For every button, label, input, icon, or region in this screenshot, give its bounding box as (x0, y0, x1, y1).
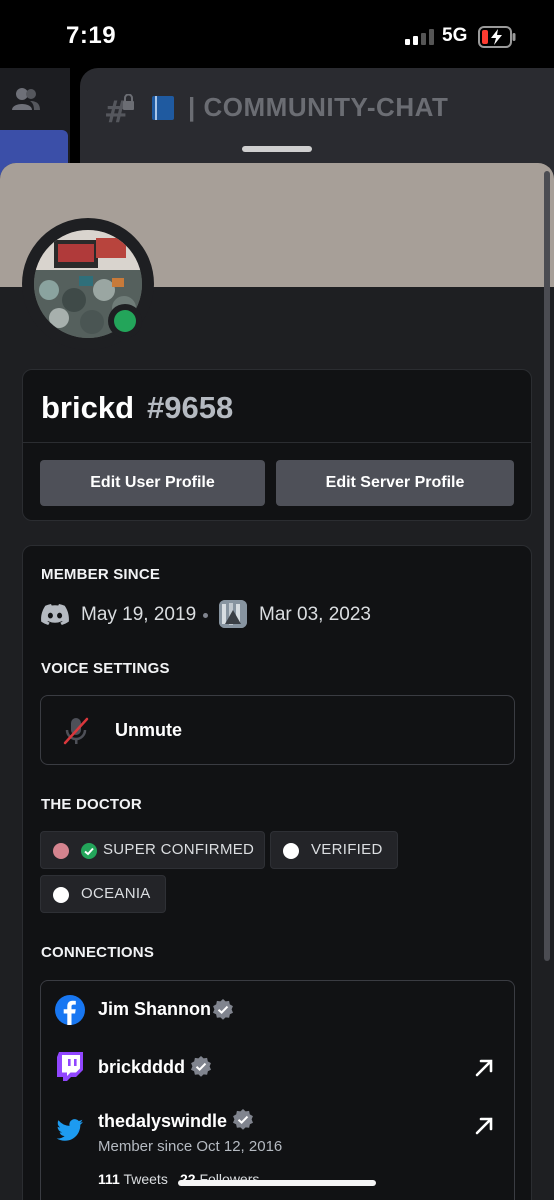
edit-user-profile-button[interactable]: Edit User Profile (40, 460, 265, 506)
role-verified: VERIFIED (270, 831, 398, 869)
username: brickd (41, 390, 135, 425)
connection-name: brickdddd (98, 1057, 186, 1077)
unmute-label: Unmute (115, 720, 182, 740)
avatar-frame (22, 218, 154, 350)
tweets-number: 111 (98, 1171, 120, 1187)
green-check-icon (81, 843, 97, 859)
voice-settings-title: VOICE SETTINGS (41, 660, 170, 677)
external-link-icon[interactable] (473, 1057, 495, 1079)
divider (23, 442, 531, 443)
role-label: OCEANIA (81, 885, 151, 902)
tweets-label: Tweets (123, 1171, 168, 1187)
connection-name: thedalyswindle (98, 1111, 228, 1131)
role-color-dot (283, 843, 299, 859)
book-emoji-icon (152, 96, 174, 120)
profile-name-card: brickd #9658 Edit User Profile Edit Serv… (22, 369, 532, 521)
separator-dot (203, 613, 208, 618)
role-label: SUPER CONFIRMED (103, 841, 255, 858)
facebook-icon (55, 995, 85, 1025)
server-join-date: Mar 03, 2023 (259, 604, 371, 625)
battery-charging-icon (478, 26, 516, 48)
role-color-dot (53, 887, 69, 903)
sheet-grabber[interactable] (242, 146, 312, 152)
unmute-button[interactable]: Unmute (40, 695, 515, 765)
status-bar: 7:19 5G (0, 0, 554, 70)
external-link-icon[interactable] (473, 1115, 495, 1137)
connection-name: Jim Shannon (98, 999, 212, 1019)
verified-badge-icon (213, 999, 233, 1020)
friends-icon (12, 88, 40, 110)
online-status-indicator (108, 304, 142, 338)
server-icon (219, 600, 247, 628)
verified-badge-icon (233, 1109, 253, 1130)
connection-facebook[interactable]: Jim Shannon (41, 981, 514, 1039)
discriminator: #9658 (147, 390, 234, 425)
channel-name: | COMMUNITY-CHAT (188, 92, 449, 122)
muted-mic-icon (63, 717, 89, 745)
profile-sheet: brickd #9658 Edit User Profile Edit Serv… (0, 163, 554, 1200)
verified-badge-icon (191, 1056, 211, 1077)
tweets-count: 111 Tweets (98, 1171, 168, 1187)
role-oceania: OCEANIA (40, 875, 166, 913)
connection-twitch[interactable]: brickdddd (41, 1039, 514, 1097)
connections-title: CONNECTIONS (41, 944, 155, 961)
twitter-icon (56, 1119, 83, 1141)
locked-channel-icon: # (104, 94, 134, 124)
home-indicator[interactable] (178, 1180, 376, 1186)
member-since-row: May 19, 2019 Mar 03, 2023 (41, 600, 511, 630)
role-color-dot (53, 843, 69, 859)
role-super-confirmed: SUPER CONFIRMED (40, 831, 265, 869)
role-label: VERIFIED (311, 841, 383, 858)
discord-join-date: May 19, 2019 (81, 604, 197, 625)
twitch-icon (57, 1052, 83, 1081)
connections-list: Jim Shannon brickdddd thedalyswindle Mem… (40, 980, 515, 1200)
signal-icon (405, 29, 435, 45)
edit-server-profile-button[interactable]: Edit Server Profile (276, 460, 514, 506)
connection-member-since: Member since Oct 12, 2016 (98, 1138, 283, 1155)
roles-title: THE DOCTOR (41, 796, 142, 813)
discord-logo-icon (41, 604, 69, 625)
member-since-title: MEMBER SINCE (41, 566, 161, 583)
status-time: 7:19 (66, 22, 117, 49)
scrollbar[interactable] (544, 171, 550, 961)
network-type: 5G (442, 25, 468, 46)
profile-info-card: MEMBER SINCE May 19, 2019 Mar 03, 2023 V… (22, 545, 532, 1200)
